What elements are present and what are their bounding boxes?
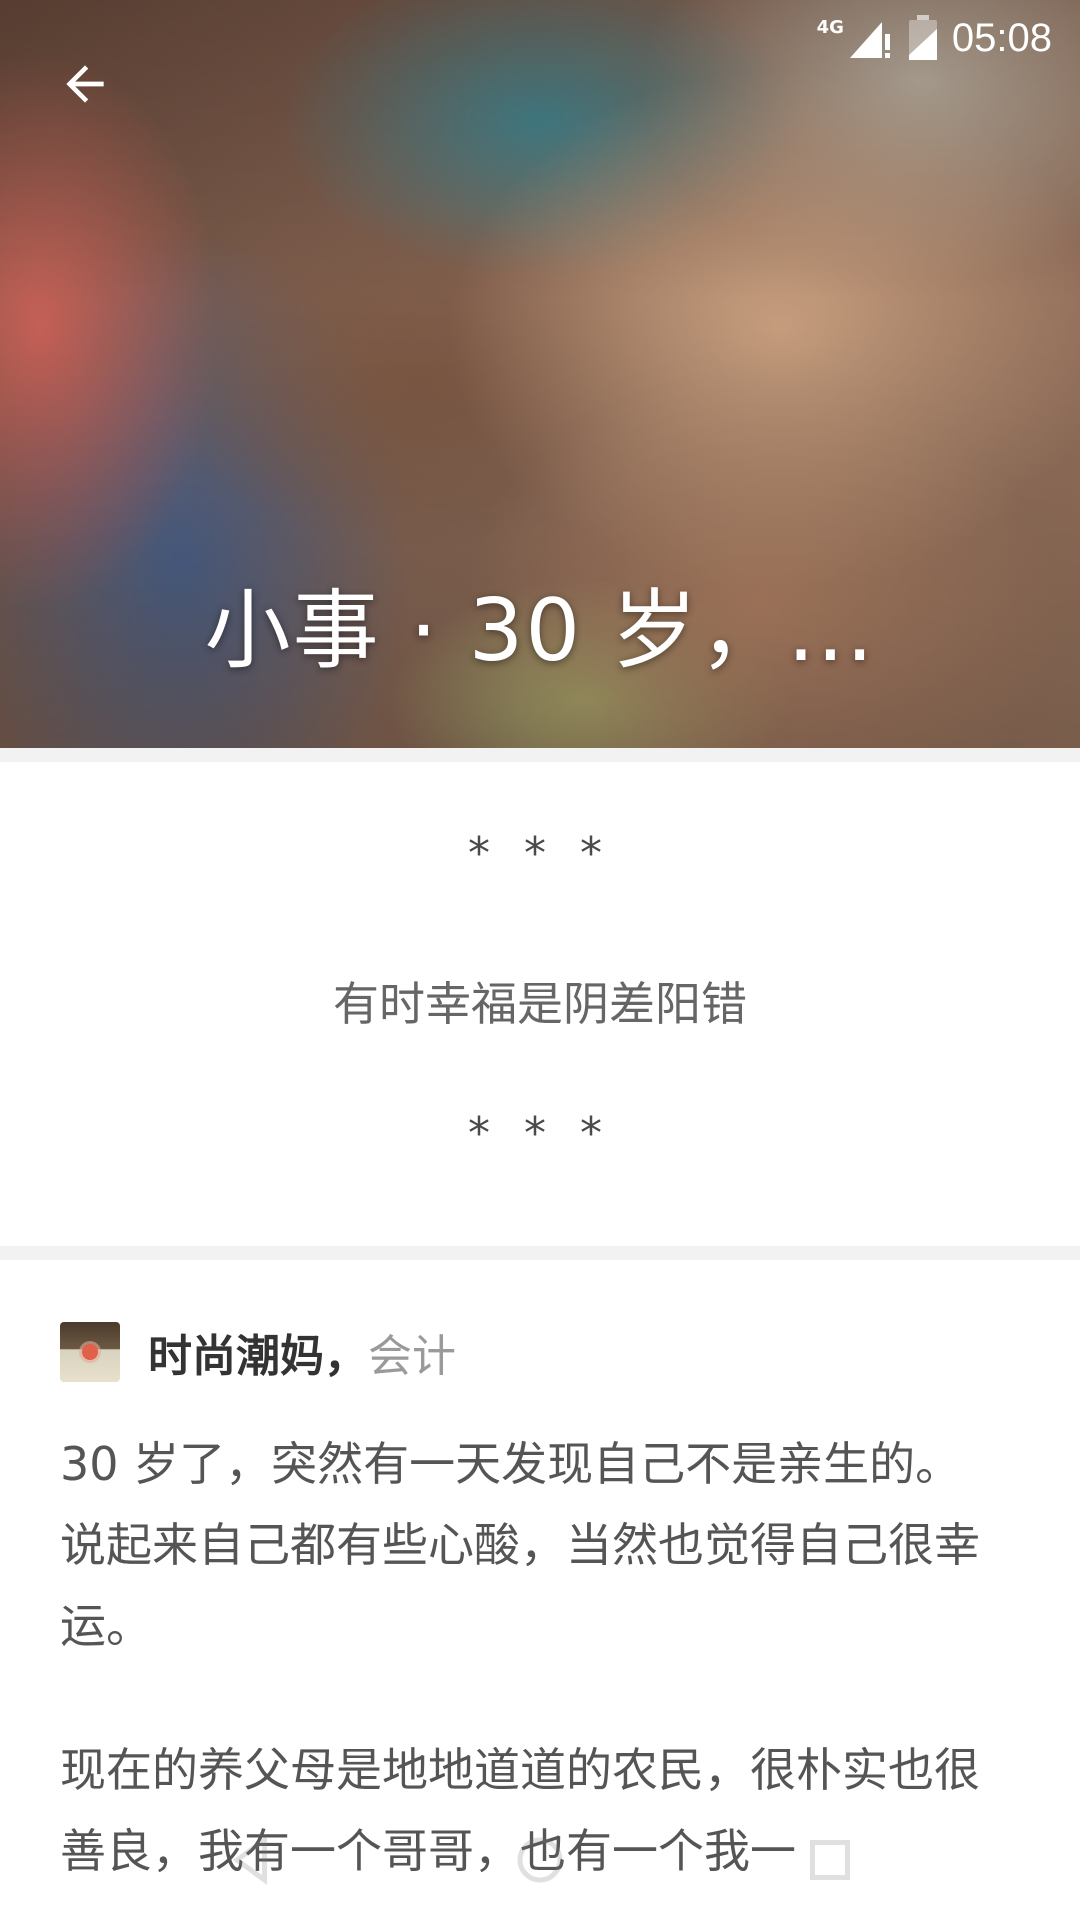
hero-image: 小事 · 30 岁，... 4G 05:08 (0, 0, 1080, 748)
quote-text: 有时幸福是阴差阳错 (333, 977, 747, 1031)
status-bar: 4G 05:08 (817, 12, 1052, 64)
stars-top: * * * (468, 828, 612, 879)
author-name[interactable]: 时尚潮妈 (148, 1320, 324, 1384)
section-divider (0, 1246, 1080, 1260)
avatar[interactable] (60, 1322, 120, 1382)
answer-card: 时尚潮妈 ， 会计 30 岁了，突然有一天发现自己不是亲生的。说起来自己都有些心… (0, 1260, 1080, 1920)
network-type: 4G (816, 16, 844, 38)
author-separator: ， (324, 1331, 368, 1382)
author-row[interactable]: 时尚潮妈 ， 会计 (60, 1322, 456, 1382)
battery-icon (908, 15, 937, 60)
signal-icon (849, 22, 890, 58)
article-title: 小事 · 30 岁，... (204, 581, 876, 681)
arrow-left-icon (66, 65, 104, 103)
quote-section: * * * 有时幸福是阴差阳错 * * * (0, 762, 1080, 1246)
answer-paragraph: 现在的养父母是地地道道的农民，很朴实也很善良，我有一个哥哥，也有一个我一 (60, 1743, 980, 1878)
section-divider (0, 748, 1080, 762)
flower-icon (82, 1344, 98, 1360)
stars-bottom: * * * (468, 1108, 612, 1159)
back-button[interactable] (40, 44, 130, 124)
status-time: 05:08 (951, 15, 1052, 60)
answer-paragraph: 30 岁了，突然有一天发现自己不是亲生的。说起来自己都有些心酸，当然也觉得自己很… (60, 1437, 980, 1653)
author-role: 会计 (368, 1331, 456, 1382)
